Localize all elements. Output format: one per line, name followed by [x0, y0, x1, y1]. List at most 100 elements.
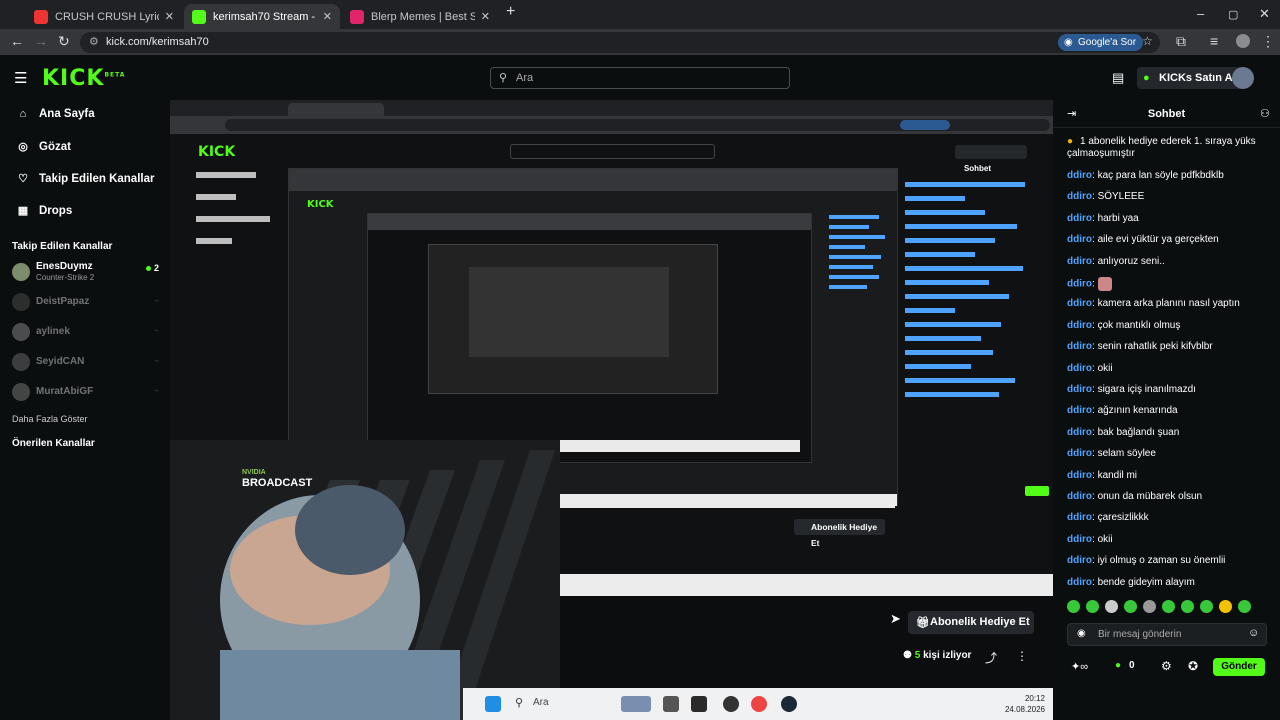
media-icon[interactable]: ≡: [1210, 33, 1218, 49]
search-icon: ⚲: [499, 72, 508, 84]
sidebar-item-browse[interactable]: ◎ Gözat: [16, 140, 71, 154]
close-tab-icon[interactable]: ✕: [323, 10, 332, 23]
chat-username[interactable]: ddiro: [1067, 405, 1092, 416]
chrome-icon[interactable]: [751, 696, 767, 712]
emote-icon[interactable]: [1219, 600, 1232, 613]
points-count: 0: [1129, 660, 1135, 671]
search-input[interactable]: ⚲ Ara: [490, 67, 790, 89]
chat-username[interactable]: ddiro: [1067, 191, 1092, 202]
browser-tab-2[interactable]: kerimsah70 Stream - Watch Liv... ✕: [184, 4, 340, 29]
more-options-icon[interactable]: ⋮: [1016, 649, 1028, 663]
chat-username[interactable]: ddiro: [1067, 384, 1092, 395]
chat-username[interactable]: ddiro: [1067, 577, 1092, 588]
new-tab-icon[interactable]: +: [506, 3, 515, 21]
maximize-icon[interactable]: ▢: [1228, 8, 1238, 21]
windows-start-icon[interactable]: [485, 696, 501, 712]
sidebar-item-home[interactable]: ⌂ Ana Sayfa: [16, 108, 95, 120]
chat-text: selam söylee: [1097, 448, 1156, 460]
chat-settings-icon[interactable]: ⚙: [1161, 659, 1172, 673]
chat-username[interactable]: ddiro: [1067, 555, 1092, 566]
reload-icon[interactable]: ↻: [58, 33, 70, 50]
chat-username[interactable]: ddiro: [1067, 234, 1092, 245]
chat-settings-dot-icon[interactable]: ◉: [1077, 628, 1086, 639]
app-icon[interactable]: [691, 696, 707, 712]
sidebar-item-following[interactable]: ♡ Takip Edilen Kanallar: [16, 172, 154, 186]
taskbar-search-icon[interactable]: ⚲: [515, 696, 523, 709]
chat-username[interactable]: ddiro: [1067, 279, 1092, 290]
chat-text: SÖYLEEE: [1097, 191, 1145, 203]
site-info-icon[interactable]: ⚙: [89, 35, 99, 48]
chat-username[interactable]: ddiro: [1067, 320, 1092, 331]
chat-message-input[interactable]: ◉ Bir mesaj gönderin ☺: [1067, 623, 1267, 646]
close-tab-icon[interactable]: ✕: [165, 10, 174, 23]
buy-kicks-button[interactable]: ● KICKs Satın Al: [1137, 67, 1244, 89]
taskbar-search[interactable]: Ara: [533, 697, 549, 708]
emote-bar[interactable]: [1067, 600, 1277, 616]
hamburger-menu-icon[interactable]: ☰: [14, 69, 27, 87]
emote-icon[interactable]: [1105, 600, 1118, 613]
kick-logo[interactable]: KICKBETA: [42, 66, 125, 91]
emote-icon[interactable]: [1086, 600, 1099, 613]
chat-username[interactable]: ddiro: [1067, 491, 1092, 502]
chat-username[interactable]: ddiro: [1067, 341, 1092, 352]
send-button[interactable]: Gönder: [1213, 658, 1265, 676]
minimize-icon[interactable]: –: [1197, 6, 1204, 21]
chat-username[interactable]: ddiro: [1067, 256, 1092, 267]
channel-item[interactable]: SeyidCAN ⌁: [12, 350, 162, 376]
forward-icon[interactable]: →: [34, 33, 48, 49]
emote-icon[interactable]: [1162, 600, 1175, 613]
bookmark-star-icon[interactable]: ☆: [1142, 34, 1153, 48]
browser-tab-1[interactable]: CRUSH CRUSH Lyrics (Color Co... ✕: [26, 4, 182, 29]
chat-users-icon[interactable]: ⚇: [1260, 107, 1270, 120]
channel-points-icon[interactable]: ✦∞: [1071, 660, 1088, 673]
emote-icon[interactable]: [1067, 600, 1080, 613]
profile-avatar[interactable]: [1236, 34, 1250, 48]
channel-item[interactable]: EnesDuymz Counter-Strike 2 2: [12, 260, 162, 286]
window-close-icon[interactable]: ✕: [1259, 6, 1270, 22]
emote-icon[interactable]: [1238, 600, 1251, 613]
user-avatar[interactable]: [1232, 67, 1254, 89]
channel-item[interactable]: aylinek ⌁: [12, 320, 162, 346]
chat-username[interactable]: ddiro: [1067, 363, 1092, 374]
theatre-mode-icon[interactable]: ▤: [1112, 70, 1124, 86]
chat-text: çaresizlikkk: [1097, 512, 1149, 524]
chat-username[interactable]: ddiro: [1067, 213, 1092, 224]
back-icon[interactable]: ←: [10, 33, 24, 49]
close-tab-icon[interactable]: ✕: [481, 10, 490, 23]
google-ask-button[interactable]: ◉ Google'a Sor: [1058, 34, 1144, 51]
chat-username[interactable]: ddiro: [1067, 298, 1092, 309]
emote-icon[interactable]: [1200, 600, 1213, 613]
emote-icon[interactable]: [1143, 600, 1156, 613]
chat-username[interactable]: ddiro: [1067, 534, 1092, 545]
chat-username[interactable]: ddiro: [1067, 512, 1092, 523]
channel-name: SeyidCAN: [36, 356, 85, 367]
chat-username[interactable]: ddiro: [1067, 427, 1092, 438]
file-explorer-icon[interactable]: [663, 696, 679, 712]
chat-header: ⇥ Sohbet ⚇: [1053, 100, 1280, 128]
show-more-link[interactable]: Daha Fazla Göster: [12, 414, 88, 424]
chat-username[interactable]: ddiro: [1067, 470, 1092, 481]
nested-logo-2: KICK: [307, 199, 334, 210]
obs-icon[interactable]: [723, 696, 739, 712]
emote-icon[interactable]: [1124, 600, 1137, 613]
taskbar-widget-icon[interactable]: [621, 696, 651, 712]
channel-item[interactable]: DeistPapaz ⌁: [12, 290, 162, 316]
chat-username[interactable]: ddiro: [1067, 448, 1092, 459]
browser-tab-3[interactable]: Blerp Memes | Best Streamer S... ✕: [342, 4, 498, 29]
emote-icon[interactable]: [1181, 600, 1194, 613]
badge-icon[interactable]: ✪: [1188, 659, 1198, 673]
chat-username[interactable]: ddiro: [1067, 170, 1092, 181]
emoji-icon[interactable]: ☺: [1248, 627, 1259, 639]
extensions-icon[interactable]: ⧉: [1176, 33, 1186, 50]
chat-message: ddiro: okii: [1067, 363, 1113, 374]
taskbar-clock[interactable]: 20:12 24.08.2026: [1005, 693, 1045, 715]
nested-tab-active: [288, 103, 384, 116]
share-icon[interactable]: ⤴: [985, 649, 997, 666]
kicks-coin-icon: ●: [1143, 72, 1150, 84]
channel-item[interactable]: MuratAbiGF ⌁: [12, 380, 162, 406]
sidebar-item-drops[interactable]: ▦ Drops: [16, 204, 72, 218]
chrome-menu-icon[interactable]: ⋮: [1261, 33, 1275, 50]
address-bar[interactable]: ⚙ kick.com/kerimsah70 ◉ Google'a Sor ☆: [80, 32, 1160, 53]
steam-icon[interactable]: [781, 696, 797, 712]
gift-subscription-button[interactable]: 🎁︎ Abonelik Hediye Et: [908, 611, 1034, 634]
